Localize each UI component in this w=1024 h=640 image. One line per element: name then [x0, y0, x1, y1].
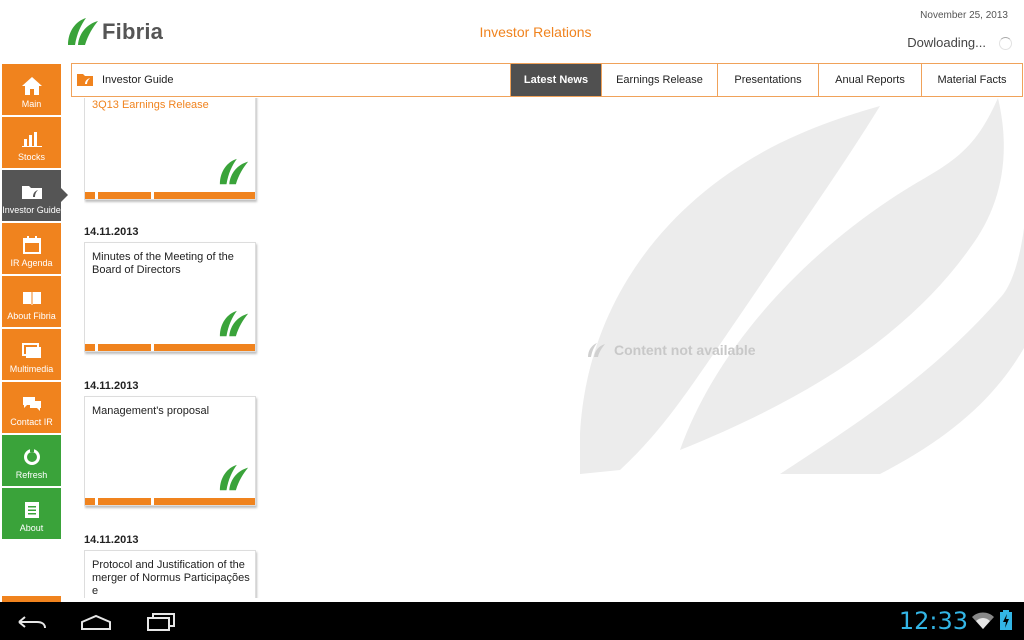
loading-status: Dowloading... [907, 35, 986, 50]
book-icon [22, 289, 42, 307]
media-icon [21, 342, 42, 360]
sidebar-item-label: About [19, 523, 44, 533]
back-icon [18, 616, 46, 629]
empty-state: Content not available [586, 342, 756, 358]
system-clock: 12:33 [898, 607, 968, 635]
system-navigation-bar: 12:33 [0, 602, 1024, 640]
news-title: Management's proposal [92, 405, 210, 417]
home-icon [21, 77, 43, 95]
news-date: 14.11.2013 [84, 534, 139, 546]
news-card[interactable]: Minutes of the Meeting of the Board of D… [84, 242, 256, 352]
home-nav-icon [81, 614, 111, 630]
current-date: November 25, 2013 [920, 10, 1008, 21]
news-date: 14.11.2013 [84, 226, 139, 238]
recent-apps-button[interactable] [146, 611, 176, 633]
calendar-icon [22, 236, 41, 254]
back-button[interactable] [16, 611, 48, 633]
leaf-icon [219, 310, 249, 337]
card-footer-bar [85, 344, 255, 351]
section-label: Investor Guide [72, 64, 510, 96]
list-item: 3Q13 Earnings Release [84, 98, 256, 200]
news-card[interactable]: Protocol and Justification of the merger… [84, 550, 256, 598]
news-title: 3Q13 Earnings Release [92, 99, 209, 111]
empty-message: Content not available [614, 342, 756, 358]
list-item: 14.11.2013 Minutes of the Meeting of the… [84, 226, 256, 352]
section-title: Investor Guide [102, 74, 174, 86]
background-leaf-watermark [580, 98, 1024, 474]
sidebar-item-label: Stocks [17, 152, 45, 162]
sidebar-item-stocks[interactable]: Stocks [2, 117, 61, 168]
tab-presentations[interactable]: Presentations [717, 64, 818, 96]
spinner-icon [999, 37, 1012, 50]
page-title: Investor Relations [479, 24, 592, 40]
folder-icon [21, 183, 43, 201]
refresh-icon [23, 448, 41, 466]
card-footer-bar [85, 192, 255, 199]
leaf-icon [219, 158, 249, 185]
leaf-icon [219, 464, 249, 491]
leaf-icon [588, 343, 605, 357]
home-button[interactable] [80, 611, 112, 633]
recent-apps-icon [147, 613, 175, 631]
tab-latest-news[interactable]: Latest News [510, 64, 601, 96]
sidebar-item-contact-ir[interactable]: Contact IR [2, 382, 61, 433]
list-item: 14.11.2013 Management's proposal [84, 380, 256, 506]
news-card[interactable]: 3Q13 Earnings Release [84, 98, 256, 200]
card-footer-bar [85, 498, 255, 505]
sidebar-item-main[interactable]: Main [2, 64, 61, 115]
sidebar-item-label: Contact IR [10, 417, 53, 427]
sidebar-item-label: About Fibria [7, 311, 56, 321]
sidebar-item-about[interactable]: About [2, 488, 61, 539]
news-date: 14.11.2013 [84, 380, 139, 392]
bar-chart-icon [21, 130, 42, 148]
chat-icon [22, 395, 42, 413]
news-list[interactable]: 3Q13 Earnings Release 14.11.2013 Minutes… [84, 98, 260, 598]
sidebar-item-label: IR Agenda [10, 258, 53, 268]
tab-material-facts[interactable]: Material Facts [921, 64, 1022, 96]
sidebar-item-ir-agenda[interactable]: IR Agenda [2, 223, 61, 274]
sidebar-item-about-fibria[interactable]: About Fibria [2, 276, 61, 327]
tab-earnings-release[interactable]: Earnings Release [601, 64, 717, 96]
tab-bar: Investor Guide Latest News Earnings Rele… [71, 63, 1023, 97]
sidebar-item-label: Multimedia [9, 364, 54, 374]
sidebar-item-refresh[interactable]: Refresh [2, 435, 61, 486]
folder-icon [76, 73, 94, 87]
wifi-icon [972, 612, 994, 629]
sidebar-item-label: Investor Guide [2, 205, 61, 215]
app-window: Fibria Investor Relations November 25, 2… [0, 0, 1024, 640]
news-card[interactable]: Management's proposal [84, 396, 256, 506]
sidebar-item-multimedia[interactable]: Multimedia [2, 329, 61, 380]
sidebar: Main Stocks Investor Guide IR Agenda Abo… [2, 64, 68, 541]
tab-anual-reports[interactable]: Anual Reports [818, 64, 921, 96]
sidebar-item-label: Main [21, 99, 42, 109]
document-icon [24, 501, 40, 519]
battery-charging-icon [1000, 610, 1012, 630]
list-item: 14.11.2013 Protocol and Justification of… [84, 534, 256, 598]
sidebar-item-investor-guide[interactable]: Investor Guide [2, 170, 68, 221]
news-title: Minutes of the Meeting of the Board of D… [92, 251, 234, 276]
news-title: Protocol and Justification of the merger… [92, 559, 250, 597]
sidebar-item-label: Refresh [15, 470, 48, 480]
